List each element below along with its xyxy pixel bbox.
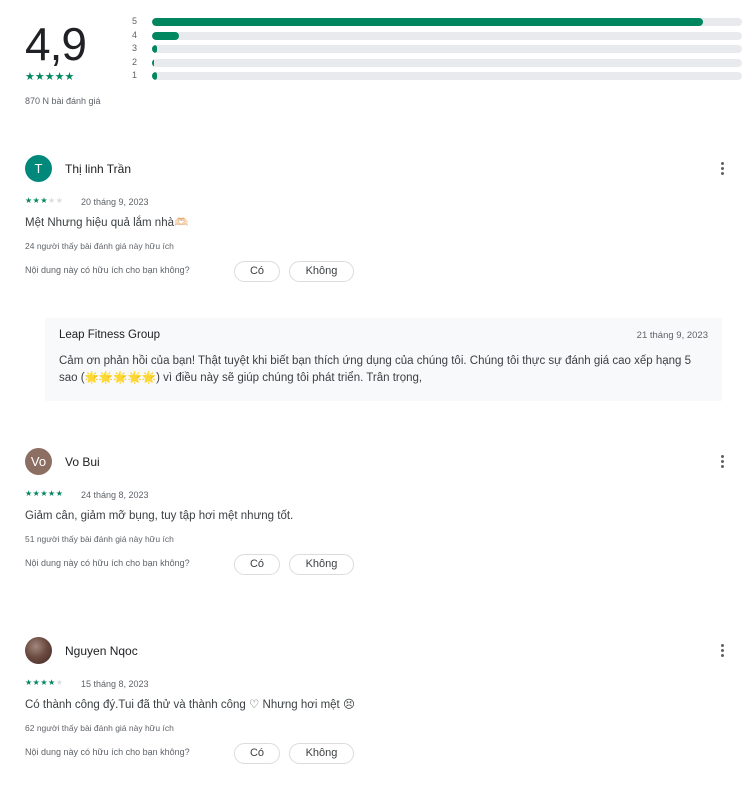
histogram-label: 1 xyxy=(132,70,138,80)
histogram-row: 5 xyxy=(132,16,742,30)
histogram-fill xyxy=(152,18,703,26)
review-card: Vo Vo Bui ★★★★★ 24 tháng 8, 2023 Giảm câ… xyxy=(25,448,730,576)
helpful-no-button[interactable]: Không xyxy=(289,743,354,764)
review-text: Giảm cân, giảm mỡ bụng, tuy tập hơi mệt … xyxy=(25,510,294,522)
star-icon: ★ xyxy=(48,489,56,498)
review-card: Nguyen Nqoc ★★★★★ 15 tháng 8, 2023 Có th… xyxy=(25,637,730,765)
review-date: 15 tháng 8, 2023 xyxy=(81,679,149,689)
average-rating: 4,9 xyxy=(25,18,87,70)
histogram-label: 3 xyxy=(132,43,138,53)
histogram-label: 5 xyxy=(132,16,138,26)
star-icon: ★ xyxy=(25,678,33,687)
review-stars: ★★★★★ xyxy=(25,196,63,205)
star-icon: ★ xyxy=(40,196,49,205)
helpful-no-button[interactable]: Không xyxy=(289,261,354,282)
star-icon: ★ xyxy=(48,196,56,205)
star-icon: ★ xyxy=(25,196,33,205)
histogram-track xyxy=(152,31,742,40)
helpful-question: Nội dung này có hữu ích cho bạn không? xyxy=(25,558,190,568)
histogram-track xyxy=(152,18,742,26)
review-stars: ★★★★★ xyxy=(25,489,63,498)
star-icon: ★ xyxy=(55,196,64,205)
developer-reply: Leap Fitness Group 21 tháng 9, 2023 Cảm … xyxy=(45,318,722,401)
avatar xyxy=(25,637,52,664)
helpful-count: 24 người thấy bài đánh giá này hữu ích xyxy=(25,241,174,251)
review-text: Có thành công đý.Tui đã thử và thành côn… xyxy=(25,699,355,711)
histogram-fill xyxy=(152,45,157,53)
histogram-row: 1 xyxy=(132,70,742,84)
histogram-track xyxy=(152,72,742,80)
helpful-question: Nội dung này có hữu ích cho bạn không? xyxy=(25,265,190,275)
more-vert-icon[interactable] xyxy=(714,641,730,661)
histogram-row: 3 xyxy=(132,43,742,57)
histogram-fill xyxy=(152,58,154,67)
star-icon: ★ xyxy=(55,489,64,498)
review-card: T Thị linh Trần ★★★★★ 20 tháng 9, 2023 M… xyxy=(25,155,730,283)
reply-text: Cảm ơn phản hồi của bạn! Thật tuyệt khi … xyxy=(59,355,692,384)
star-icon: ★ xyxy=(55,678,64,687)
histogram-track xyxy=(152,45,742,53)
helpful-question: Nội dung này có hữu ích cho bạn không? xyxy=(25,747,190,757)
rating-summary: 4,9 ★★★★★ 870 N bài đánh giá 5 4 3 2 1 xyxy=(25,14,742,114)
histogram-fill xyxy=(152,72,157,80)
more-vert-icon[interactable] xyxy=(714,452,730,472)
avatar: T xyxy=(25,155,52,182)
review-author: Nguyen Nqoc xyxy=(65,644,138,658)
helpful-no-button[interactable]: Không xyxy=(289,554,354,575)
histogram-row: 2 xyxy=(132,57,742,71)
avatar: Vo xyxy=(25,448,52,475)
review-author: Vo Bui xyxy=(65,455,100,469)
average-rating-stars: ★★★★★ xyxy=(25,71,75,83)
histogram-track xyxy=(152,58,742,67)
helpful-yes-button[interactable]: Có xyxy=(234,261,280,282)
total-review-count: 870 N bài đánh giá xyxy=(25,96,101,106)
review-text: Mệt Nhưng hiệu quả lắm nhà🫶🏻 xyxy=(25,217,189,229)
rating-histogram: 5 4 3 2 1 xyxy=(132,16,742,84)
histogram-row: 4 xyxy=(132,30,742,44)
helpful-yes-button[interactable]: Có xyxy=(234,554,280,575)
more-vert-icon[interactable] xyxy=(714,159,730,179)
helpful-count: 62 người thấy bài đánh giá này hữu ích xyxy=(25,723,174,733)
helpful-yes-button[interactable]: Có xyxy=(234,743,280,764)
helpful-count: 51 người thấy bài đánh giá này hữu ích xyxy=(25,534,174,544)
review-date: 20 tháng 9, 2023 xyxy=(81,197,149,207)
histogram-label: 4 xyxy=(132,29,138,40)
star-icon: ★ xyxy=(40,489,49,498)
review-author: Thị linh Trần xyxy=(65,162,132,176)
reply-author: Leap Fitness Group xyxy=(59,329,161,341)
star-icon: ★ xyxy=(48,678,56,687)
histogram-fill xyxy=(152,31,179,40)
review-stars: ★★★★★ xyxy=(25,678,63,687)
star-icon: ★ xyxy=(25,489,33,498)
star-icon: ★ xyxy=(40,678,49,687)
reply-date: 21 tháng 9, 2023 xyxy=(636,330,708,341)
review-date: 24 tháng 8, 2023 xyxy=(81,490,149,500)
histogram-label: 2 xyxy=(132,56,138,67)
